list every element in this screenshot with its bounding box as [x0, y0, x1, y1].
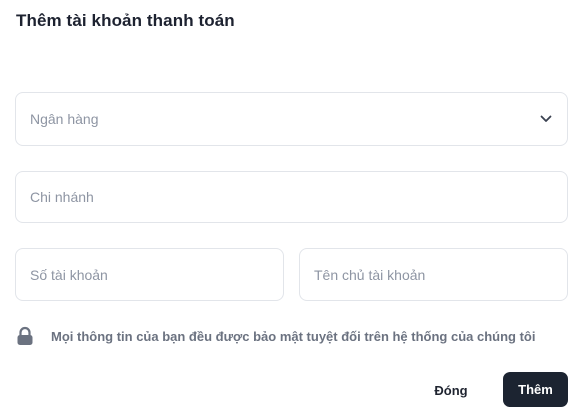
chevron-down-icon	[539, 112, 553, 126]
branch-input[interactable]	[16, 172, 567, 222]
account-holder-input[interactable]	[300, 249, 567, 300]
security-notice: Mọi thông tin của bạn đều được bảo mật t…	[16, 326, 535, 346]
account-number-field-wrapper	[15, 248, 284, 301]
bank-select-placeholder: Ngân hàng	[30, 111, 99, 127]
branch-field-wrapper	[15, 171, 568, 223]
account-number-input[interactable]	[16, 249, 283, 300]
dialog-title: Thêm tài khoản thanh toán	[16, 11, 235, 30]
security-notice-text: Mọi thông tin của bạn đều được bảo mật t…	[51, 328, 536, 344]
add-button[interactable]: Thêm	[503, 372, 568, 407]
close-button[interactable]: Đóng	[420, 373, 482, 407]
bank-select[interactable]: Ngân hàng	[15, 92, 568, 146]
account-holder-field-wrapper	[299, 248, 568, 301]
add-payment-account-dialog: Thêm tài khoản thanh toán Ngân hàng Mọi …	[0, 0, 587, 420]
lock-icon	[16, 326, 34, 346]
